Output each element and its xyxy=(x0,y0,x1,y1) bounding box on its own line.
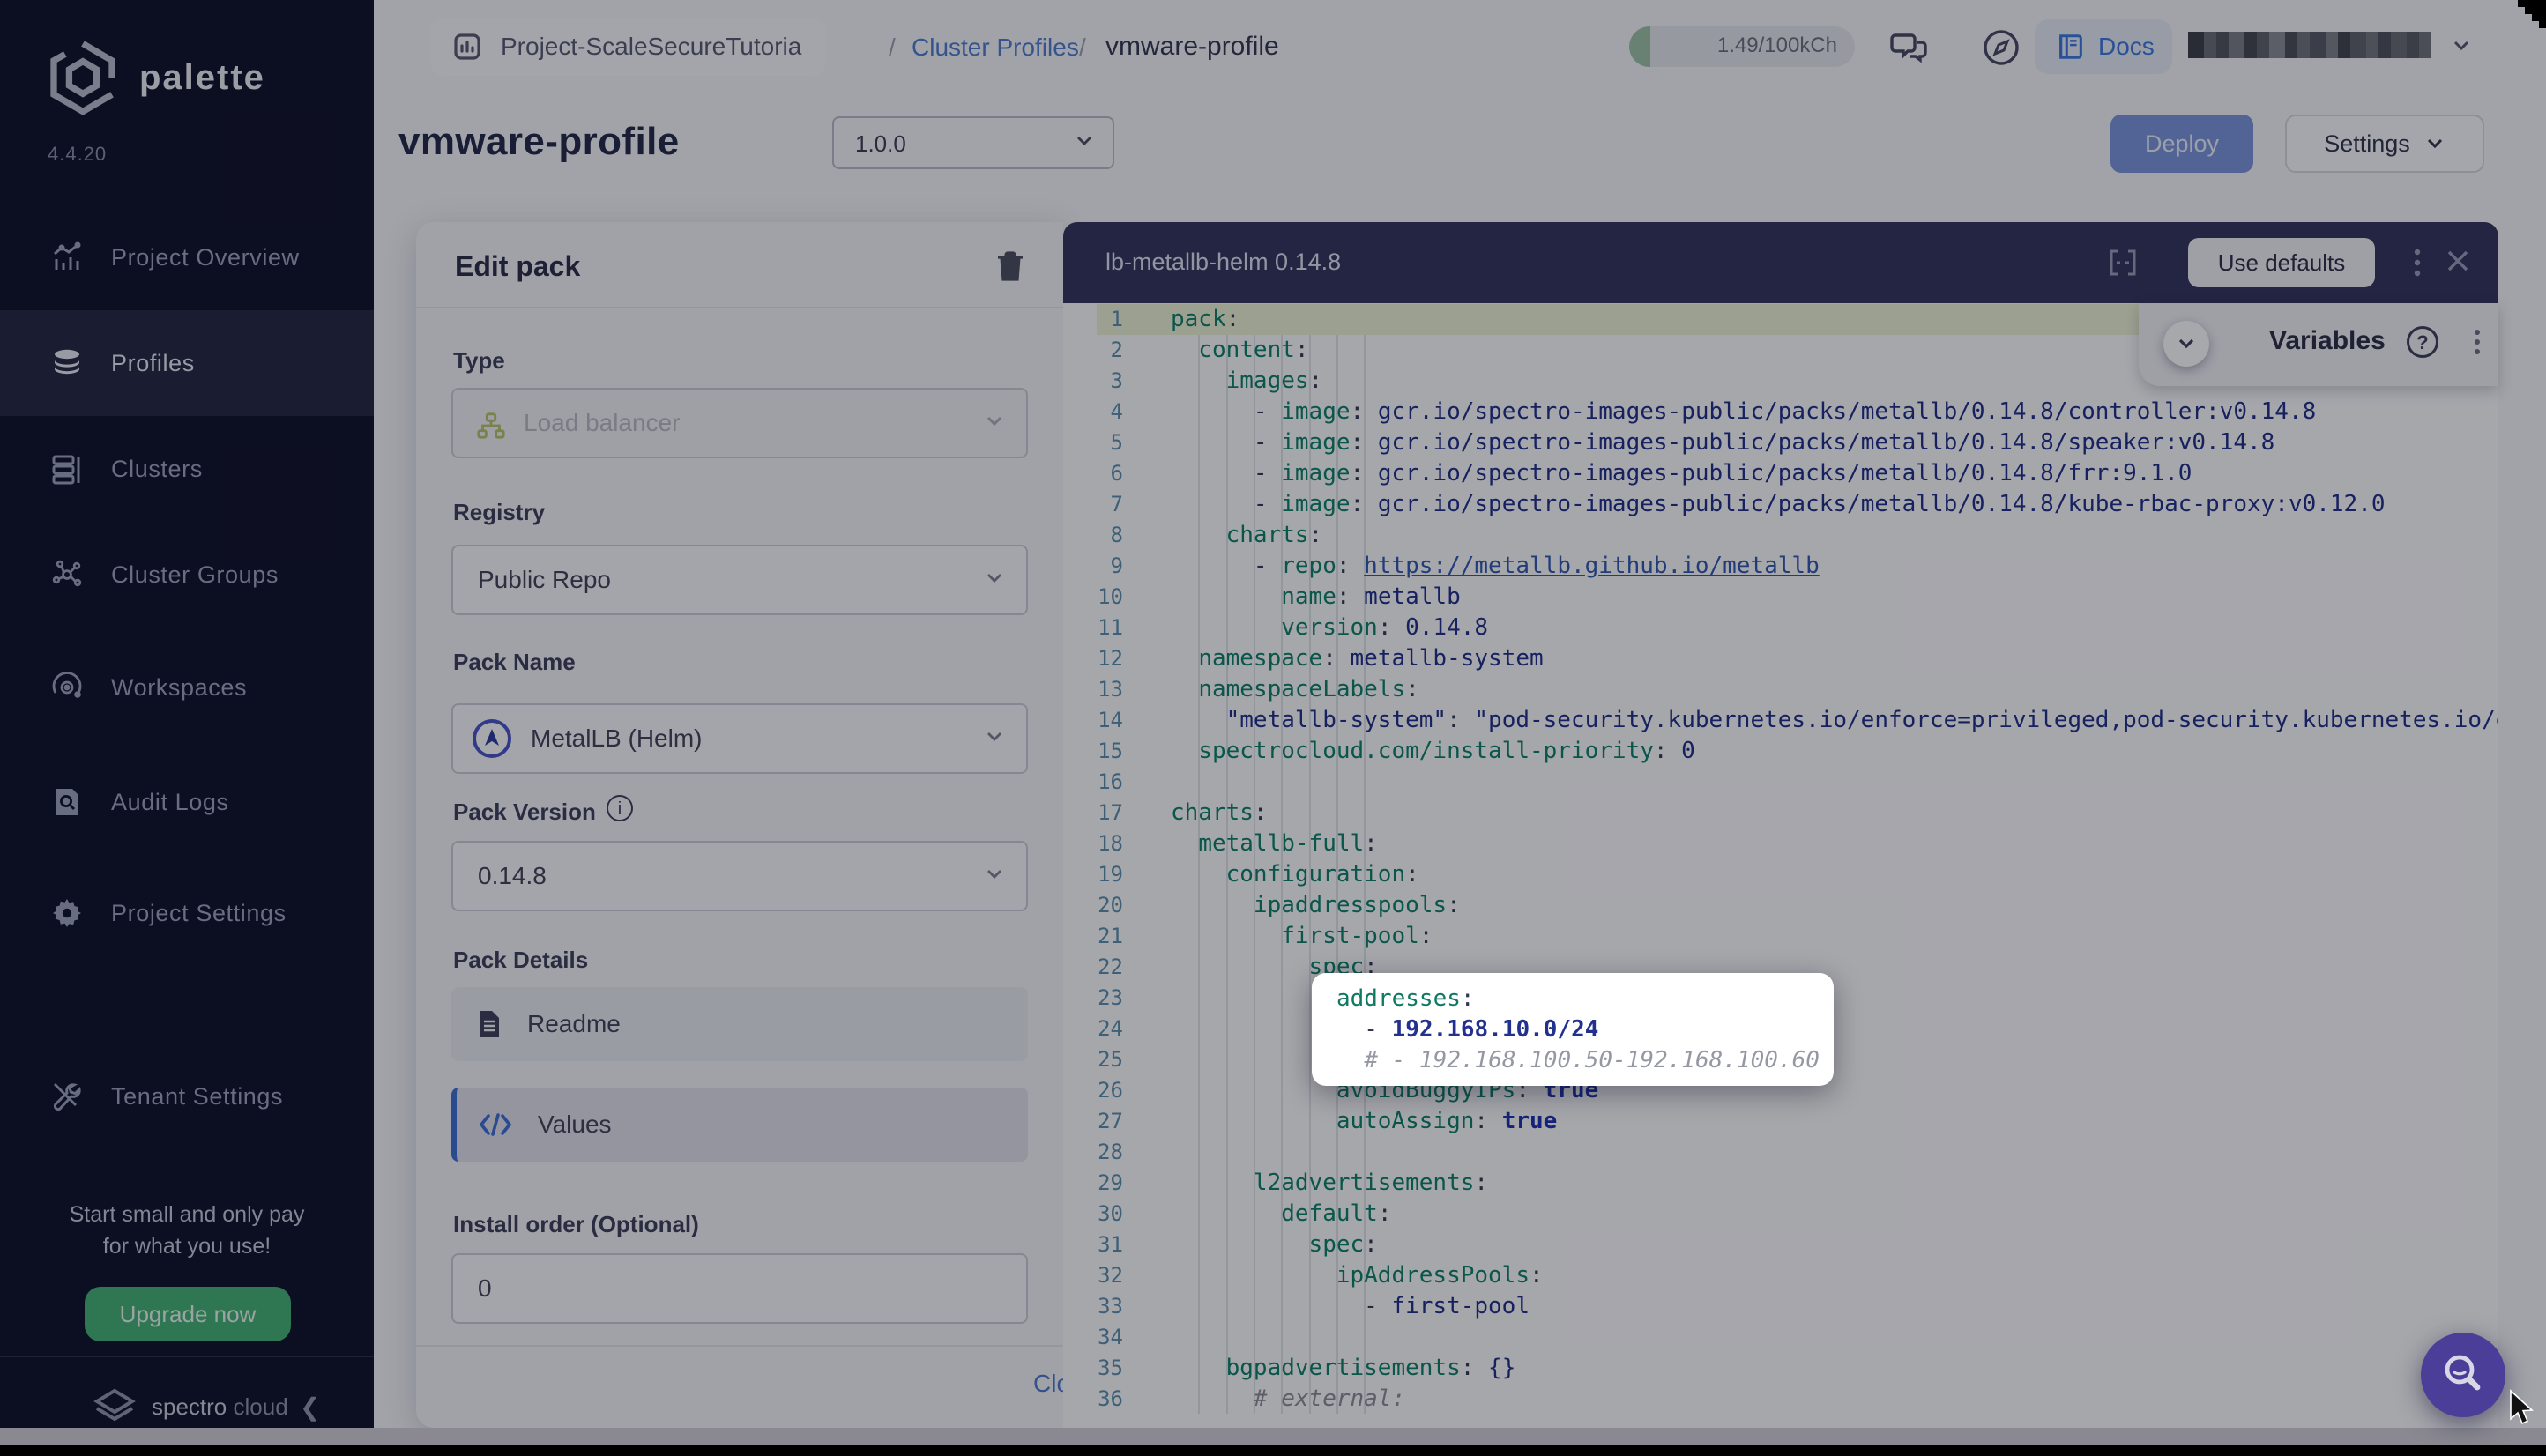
highlight-line: # - 192.168.100.50-192.168.100.60 xyxy=(1336,1045,1820,1076)
highlight-line: addresses: xyxy=(1336,984,1475,1014)
highlight-line: - 192.168.10.0/24 xyxy=(1336,1014,1598,1045)
screen-corner-artifact xyxy=(2518,0,2546,28)
mouse-cursor xyxy=(2509,1389,2535,1428)
bottom-strip xyxy=(0,1428,2546,1445)
tutorial-dim-overlay xyxy=(0,0,2546,1456)
magnifier-smile-icon xyxy=(2440,1352,2486,1398)
search-assistant-button[interactable] xyxy=(2421,1333,2505,1417)
tutorial-highlight-box: addresses: - 192.168.10.0/24 # - 192.168… xyxy=(1312,973,1834,1086)
screen-bottom-bar xyxy=(0,1445,2546,1456)
